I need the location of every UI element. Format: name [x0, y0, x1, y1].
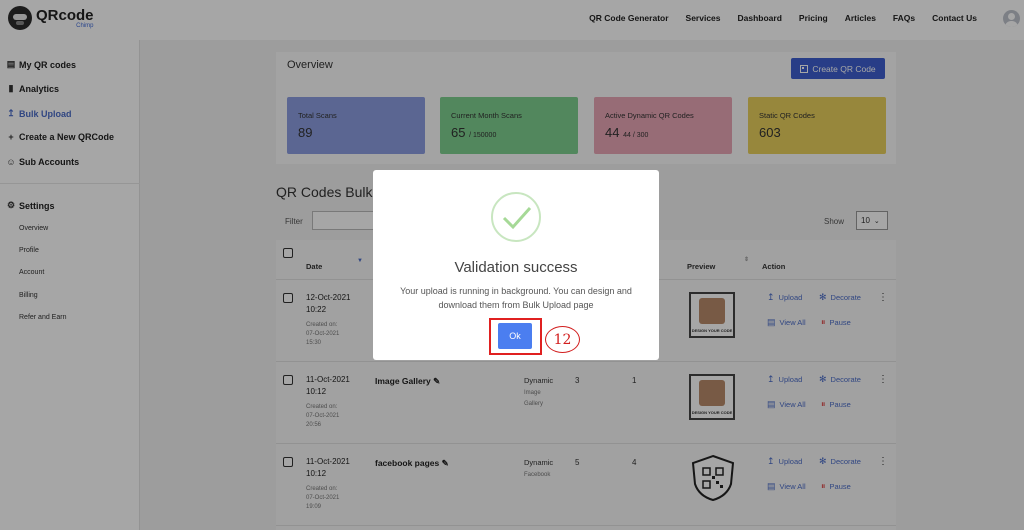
- dialog-message: Your upload is running in background. Yo…: [400, 286, 632, 310]
- dialog-title: Validation success: [454, 259, 578, 276]
- step-annotation: 12: [545, 326, 580, 353]
- ok-button[interactable]: Ok: [498, 323, 532, 349]
- success-check-icon: [491, 192, 541, 242]
- validation-success-dialog: Validation success Your upload is runnin…: [373, 170, 659, 360]
